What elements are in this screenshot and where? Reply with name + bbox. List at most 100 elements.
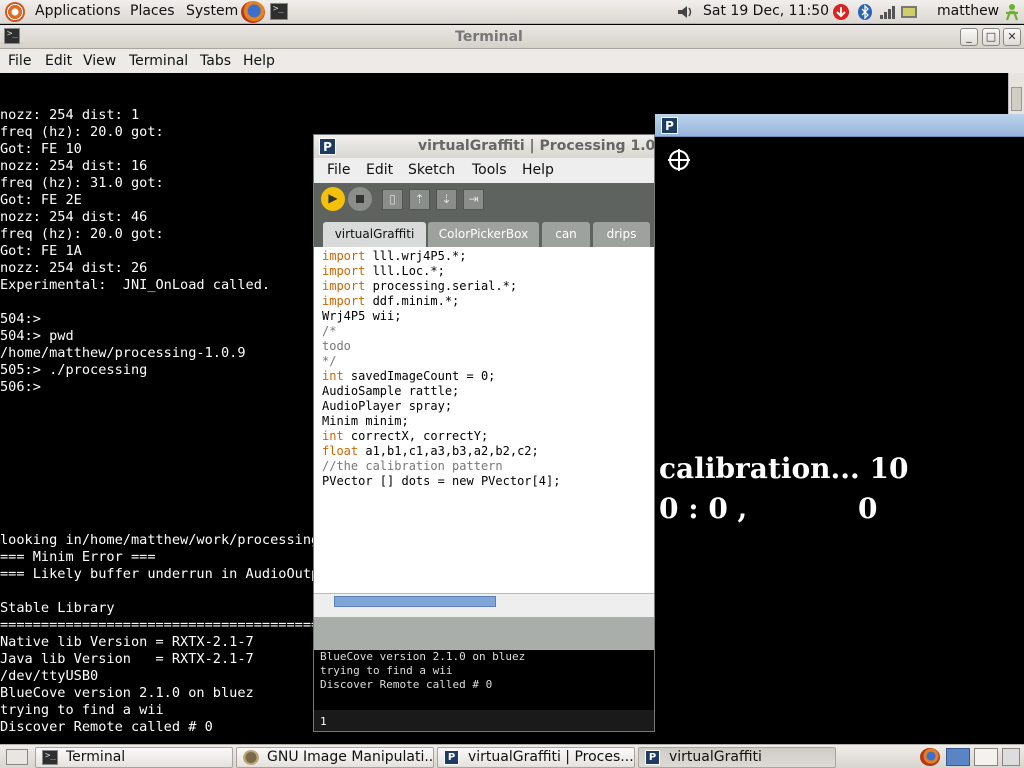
save-button[interactable]: ⇣	[436, 189, 457, 210]
places-menu[interactable]: Places	[130, 3, 175, 19]
console-line: trying to find a wii	[320, 664, 453, 677]
code-keyword: int	[322, 429, 344, 443]
ide-titlebar[interactable]: P virtualGraffiti | Processing 1.0.9	[314, 135, 655, 158]
top-panel: Applications Places System Sat 19 Dec, 1…	[0, 0, 1024, 24]
network-signal-icon[interactable]	[878, 3, 896, 21]
terminal-titlebar[interactable]: Terminal _ □ ✕	[0, 25, 1024, 49]
system-menu[interactable]: System	[186, 3, 238, 19]
code-line: */	[322, 354, 337, 368]
code-keyword: import	[322, 264, 366, 278]
code-line: /*	[322, 324, 337, 338]
tab-colorpickerbox[interactable]: ColorPickerBox	[428, 222, 539, 247]
ubuntu-logo-icon[interactable]	[5, 2, 25, 22]
menu-terminal[interactable]: Terminal	[129, 53, 188, 69]
bluetooth-icon[interactable]	[856, 3, 874, 21]
stop-button[interactable]	[348, 187, 372, 211]
menu-edit[interactable]: Edit	[45, 53, 72, 69]
close-button[interactable]: ✕	[1003, 28, 1021, 46]
ide-menu-tools[interactable]: Tools	[472, 162, 507, 178]
editor-horizontal-scrollbar[interactable]	[314, 593, 654, 608]
code-line: import processing.serial.*;	[322, 279, 518, 293]
code-line: //the calibration pattern	[322, 459, 503, 473]
trash-icon[interactable]	[1002, 748, 1020, 766]
code-line: Wrj4P5 wii;	[322, 309, 402, 323]
taskbar-item-sketch[interactable]: P virtualGraffiti	[638, 747, 836, 768]
bottom-panel: Terminal GNU Image Manipulati... P virtu…	[0, 744, 1024, 768]
scrollbar-thumb[interactable]	[334, 596, 496, 607]
code-line: AudioSample rattle;	[322, 384, 460, 398]
sketch-window[interactable]: P calibration... 10 0 : 0 , 0	[655, 114, 1024, 744]
tab-can[interactable]: can	[542, 222, 590, 247]
menu-view[interactable]: View	[83, 53, 116, 69]
code-keyword: int	[322, 369, 344, 383]
code-keyword: import	[322, 279, 366, 293]
ide-tab-bar: virtualGraffiti ColorPickerBox can drips	[314, 215, 654, 247]
editor-console-divider[interactable]	[314, 608, 654, 617]
applications-menu[interactable]: Applications	[35, 3, 121, 19]
ide-menu-help[interactable]: Help	[522, 162, 554, 178]
processing-icon: P	[444, 750, 459, 765]
code-line: float a1,b1,c1,a3,b3,a2,b2,c2;	[322, 444, 539, 458]
sketch-titlebar[interactable]: P	[655, 114, 1024, 137]
user-status-icon[interactable]	[1003, 3, 1021, 21]
scrollbar-thumb[interactable]	[1011, 87, 1022, 111]
update-notifier-icon[interactable]	[832, 3, 850, 21]
ide-console[interactable]: BlueCove version 2.1.0 on bluez trying to…	[314, 650, 654, 710]
taskbar-item-gimp[interactable]: GNU Image Manipulati...	[236, 747, 434, 768]
tab-virtualgraffiti[interactable]: virtualGraffiti	[323, 222, 426, 247]
console-line: Discover Remote called # 0	[320, 678, 493, 691]
menu-file[interactable]: File	[8, 53, 31, 69]
menu-tabs[interactable]: Tabs	[200, 53, 231, 69]
line-number-status: 1	[314, 710, 654, 731]
processing-ide-window[interactable]: P virtualGraffiti | Processing 1.0.9 Fil…	[313, 134, 655, 732]
open-button[interactable]: ⇡	[409, 189, 430, 210]
ide-menu-sketch[interactable]: Sketch	[408, 162, 455, 178]
menu-help[interactable]: Help	[243, 53, 275, 69]
terminal-menubar: File Edit View Terminal Tabs Help	[0, 49, 1024, 73]
taskbar-item-terminal[interactable]: Terminal	[35, 747, 233, 768]
code-line: PVector [] dots = new PVector[4];	[322, 474, 561, 488]
show-desktop-icon[interactable]	[6, 749, 28, 765]
message-area	[314, 617, 654, 650]
taskbar-item-processing-ide[interactable]: P virtualGraffiti | Proces...	[437, 747, 635, 768]
maximize-button[interactable]: □	[982, 28, 1000, 46]
ide-menu-edit[interactable]: Edit	[366, 162, 393, 178]
code-keyword: float	[322, 444, 359, 458]
tab-drips[interactable]: drips	[593, 222, 650, 247]
workspace-1[interactable]	[946, 748, 970, 766]
processing-app-icon: P	[319, 138, 336, 155]
calibration-value: 0	[858, 492, 878, 525]
battery-icon[interactable]	[900, 3, 918, 21]
terminal-launcher-icon[interactable]	[270, 3, 288, 20]
firefox-launcher-icon[interactable]	[241, 1, 265, 23]
code-line: int savedImageCount = 0;	[322, 369, 496, 383]
export-button[interactable]: ⇥	[463, 189, 484, 210]
terminal-title: Terminal	[455, 29, 523, 45]
code-line: import lll.Loc.*;	[322, 264, 445, 278]
calibration-label: calibration... 10	[659, 452, 909, 485]
console-line: BlueCove version 2.1.0 on bluez	[320, 650, 526, 663]
code-keyword: import	[322, 294, 366, 308]
firefox-workspace-icon[interactable]	[920, 748, 940, 766]
volume-icon[interactable]	[676, 3, 694, 21]
user-menu[interactable]: matthew	[937, 3, 999, 19]
minimize-button[interactable]: _	[960, 28, 978, 46]
calibration-coords: 0 : 0 ,	[659, 492, 748, 525]
code-line: import ddf.minim.*;	[322, 294, 460, 308]
code-line: int correctX, correctY;	[322, 429, 489, 443]
terminal-icon	[42, 750, 58, 765]
code-line: todo	[322, 339, 351, 353]
gimp-icon	[243, 750, 259, 765]
code-editor[interactable]: import lll.wrj4P5.*; import lll.Loc.*; imp…	[314, 247, 654, 593]
ide-toolbar: ▶ ▯ ⇡ ⇣ ⇥	[314, 183, 654, 215]
workspace-2[interactable]	[974, 748, 998, 766]
processing-app-icon: P	[661, 117, 678, 134]
ide-menu-file[interactable]: File	[327, 162, 350, 178]
ide-menubar: File Edit Sketch Tools Help	[314, 158, 654, 183]
sketch-canvas[interactable]: calibration... 10 0 : 0 , 0	[655, 137, 1024, 744]
ide-title: virtualGraffiti | Processing 1.0.9	[418, 138, 655, 154]
run-button[interactable]: ▶	[321, 187, 345, 211]
code-keyword: import	[322, 249, 366, 263]
clock[interactable]: Sat 19 Dec, 11:50	[703, 3, 829, 19]
new-sketch-button[interactable]: ▯	[382, 189, 403, 210]
